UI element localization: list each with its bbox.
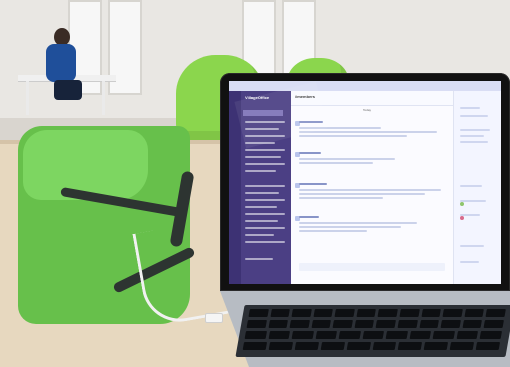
sidebar-item	[245, 185, 285, 187]
panel-line	[460, 200, 486, 202]
message-title	[299, 183, 327, 185]
message-line	[299, 193, 425, 195]
message-line	[299, 131, 437, 133]
message-line	[299, 158, 395, 160]
sidebar-item	[245, 156, 281, 158]
sidebar-item	[245, 241, 285, 243]
sidebar-item	[245, 149, 285, 151]
bag-highlight	[23, 130, 148, 200]
sidebar-item	[245, 258, 273, 260]
message-line	[299, 135, 407, 137]
panel-line	[460, 135, 484, 137]
panel-line	[460, 107, 480, 109]
message-input	[299, 263, 445, 271]
sidebar-item	[245, 206, 277, 208]
sidebar-item	[245, 192, 279, 194]
panel-line	[460, 129, 490, 131]
menu-bar	[229, 81, 501, 91]
sidebar-item	[245, 213, 285, 215]
sidebar-item	[245, 234, 274, 236]
message-line	[299, 162, 373, 164]
key-row	[248, 309, 506, 317]
key-row	[244, 331, 503, 339]
office-photo: VillageOffice #members Today	[0, 0, 510, 367]
right-panel	[453, 91, 501, 284]
laptop: VillageOffice #members Today	[220, 73, 510, 367]
slack-window: VillageOffice #members Today	[229, 81, 501, 284]
sidebar-item	[245, 227, 285, 229]
sidebar-item	[245, 163, 285, 165]
message-title	[299, 152, 321, 154]
keyboard	[235, 305, 510, 357]
status-dot	[460, 216, 464, 220]
panel-line	[460, 261, 479, 263]
message-line	[299, 189, 441, 191]
person	[42, 28, 90, 108]
panel-line	[460, 115, 488, 117]
message-title	[299, 216, 319, 218]
sidebar-item	[245, 199, 285, 201]
message-line	[299, 226, 401, 228]
message-line	[299, 197, 383, 199]
status-dot	[460, 202, 464, 206]
sidebar-item	[245, 170, 276, 172]
date-divider: Today	[363, 108, 372, 112]
key-row	[246, 320, 504, 328]
panel-line	[460, 141, 488, 143]
laptop-screen-frame: VillageOffice #members Today	[220, 73, 510, 291]
message-line	[299, 230, 367, 232]
key-row	[242, 342, 501, 350]
panel-line	[460, 245, 484, 247]
sidebar-item	[245, 220, 278, 222]
message-line	[299, 222, 417, 224]
panel-line	[460, 185, 482, 187]
